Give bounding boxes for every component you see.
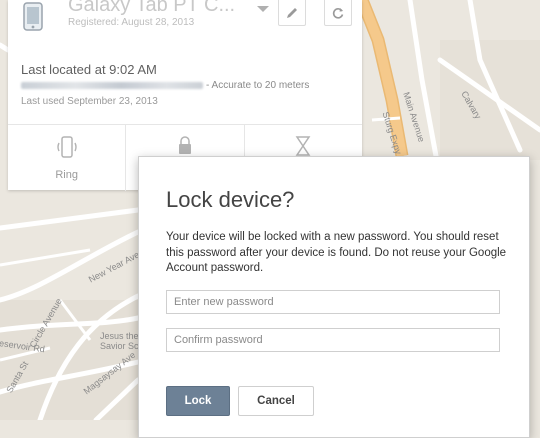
cancel-button[interactable]: Cancel <box>238 386 314 416</box>
refresh-icon <box>332 7 344 19</box>
phone-ring-icon <box>56 136 77 158</box>
accuracy-text: - Accurate to 20 meters <box>206 80 310 91</box>
tablet-icon <box>23 2 43 31</box>
lock-icon <box>178 136 191 154</box>
dialog-title: Lock device? <box>166 187 295 212</box>
pencil-icon <box>287 7 297 18</box>
ring-label: Ring <box>55 169 78 181</box>
device-name: Galaxy Tab PT C... <box>68 0 236 16</box>
registered-date: Registered: August 28, 2013 <box>68 17 195 28</box>
chevron-down-icon[interactable] <box>256 4 270 14</box>
map-label-savior-sch: Savior Sch <box>100 341 144 351</box>
last-located: Last located at 9:02 AM <box>21 62 157 77</box>
last-used: Last used September 23, 2013 <box>21 96 158 107</box>
edit-button[interactable] <box>278 0 306 26</box>
ring-action[interactable]: Ring <box>8 125 127 191</box>
confirm-password-input[interactable] <box>166 328 500 352</box>
refresh-button[interactable] <box>324 0 352 26</box>
lock-button[interactable]: Lock <box>166 386 230 416</box>
location-line: - Accurate to 20 meters <box>21 80 309 91</box>
map-label-jesus-the: Jesus the <box>100 331 139 341</box>
new-password-input[interactable] <box>166 290 500 314</box>
blurred-address <box>21 82 203 89</box>
erase-icon <box>295 136 311 156</box>
dialog-message: Your device will be locked with a new pa… <box>166 231 507 274</box>
lock-device-dialog: Lock device? Your device will be locked … <box>138 156 530 438</box>
